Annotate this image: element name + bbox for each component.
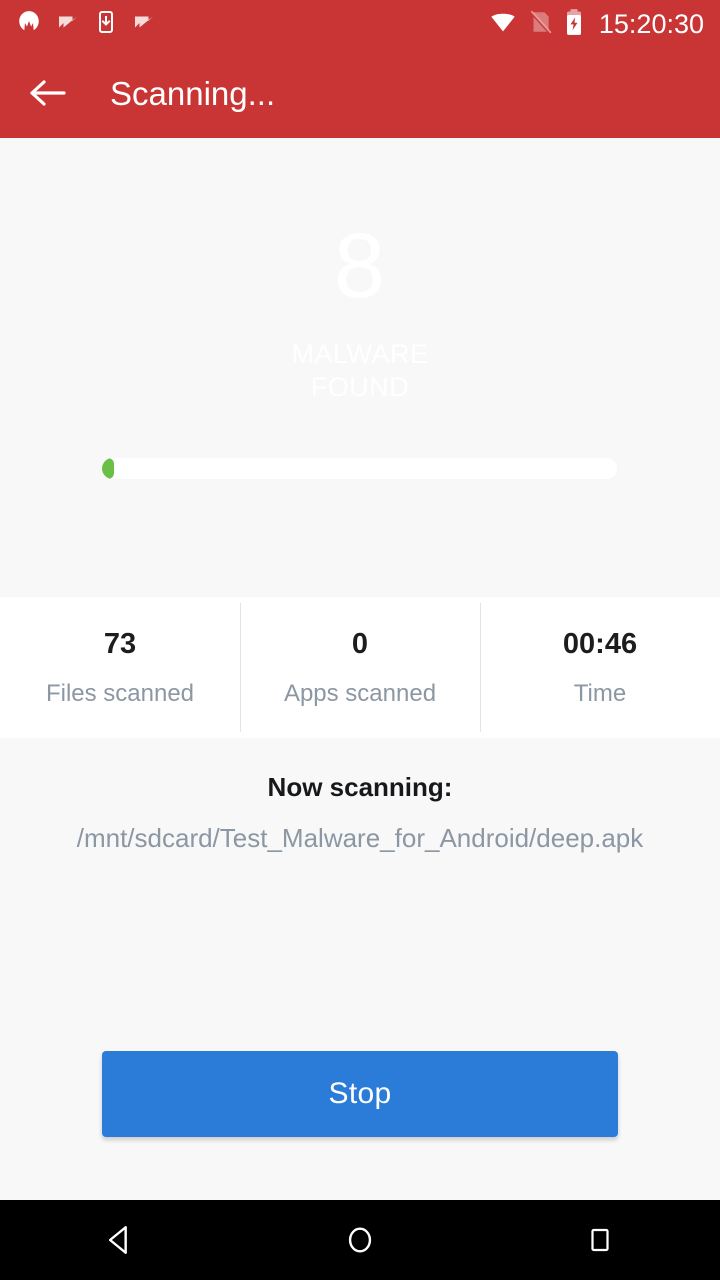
- nougat-notification-icon-2: [132, 10, 156, 39]
- stat-files-scanned: 73 Files scanned: [0, 597, 240, 738]
- current-scan-path: /mnt/sdcard/Test_Malware_for_Android/dee…: [76, 823, 644, 853]
- stat-label: Apps scanned: [283, 679, 437, 707]
- app-bar: Scanning...: [0, 48, 720, 138]
- stat-apps-scanned: 0 Apps scanned: [240, 597, 480, 738]
- wifi-icon: [489, 8, 517, 41]
- stat-elapsed-time: 00:46 Time: [480, 597, 720, 738]
- malware-found-label: MALWARE FOUND: [291, 338, 428, 404]
- stat-value: 73: [103, 627, 137, 660]
- malware-label-line2: FOUND: [310, 372, 410, 402]
- malware-label-line1: MALWARE: [291, 339, 429, 369]
- stat-label: Files scanned: [45, 679, 195, 707]
- scan-progress-fill: [102, 458, 115, 479]
- battery-charging-icon: [563, 8, 585, 41]
- scan-summary: 8 MALWARE FOUND: [0, 138, 720, 597]
- status-bar-left-icons: [16, 9, 156, 40]
- page-title: Scanning...: [110, 74, 276, 112]
- now-scanning-heading: Now scanning:: [267, 772, 453, 802]
- no-sim-icon: [527, 9, 553, 40]
- status-bar-right-icons: 15:20:30: [489, 8, 704, 41]
- nav-home-button[interactable]: [240, 1200, 480, 1280]
- stat-value: 0: [351, 627, 369, 660]
- status-bar: 15:20:30: [0, 0, 720, 48]
- scan-detail-section: Now scanning: /mnt/sdcard/Test_Malware_f…: [0, 738, 720, 1200]
- nav-back-button[interactable]: [0, 1200, 240, 1280]
- app-screen: 15:20:30 Scanning... 8 MALWARE FOUND 73 …: [0, 0, 720, 1280]
- scan-progress-bar: [102, 458, 617, 479]
- nav-recents-button[interactable]: [480, 1200, 720, 1280]
- malware-count: 8: [333, 215, 387, 317]
- arrow-left-icon: [30, 80, 66, 106]
- stat-value: 00:46: [562, 627, 638, 660]
- download-to-device-icon: [94, 10, 118, 39]
- square-icon: [591, 1228, 609, 1252]
- malwarebytes-icon: [16, 9, 42, 40]
- back-button[interactable]: [18, 63, 78, 123]
- android-navigation-bar: [0, 1200, 720, 1280]
- stat-label: Time: [573, 679, 627, 707]
- nougat-notification-icon: [56, 10, 80, 39]
- stop-button[interactable]: Stop: [102, 1051, 618, 1137]
- circle-icon: [348, 1227, 372, 1253]
- triangle-left-icon: [108, 1226, 127, 1254]
- scan-stats-card: 73 Files scanned 0 Apps scanned 00:46 Ti…: [0, 597, 720, 738]
- status-bar-clock: 15:20:30: [598, 8, 704, 39]
